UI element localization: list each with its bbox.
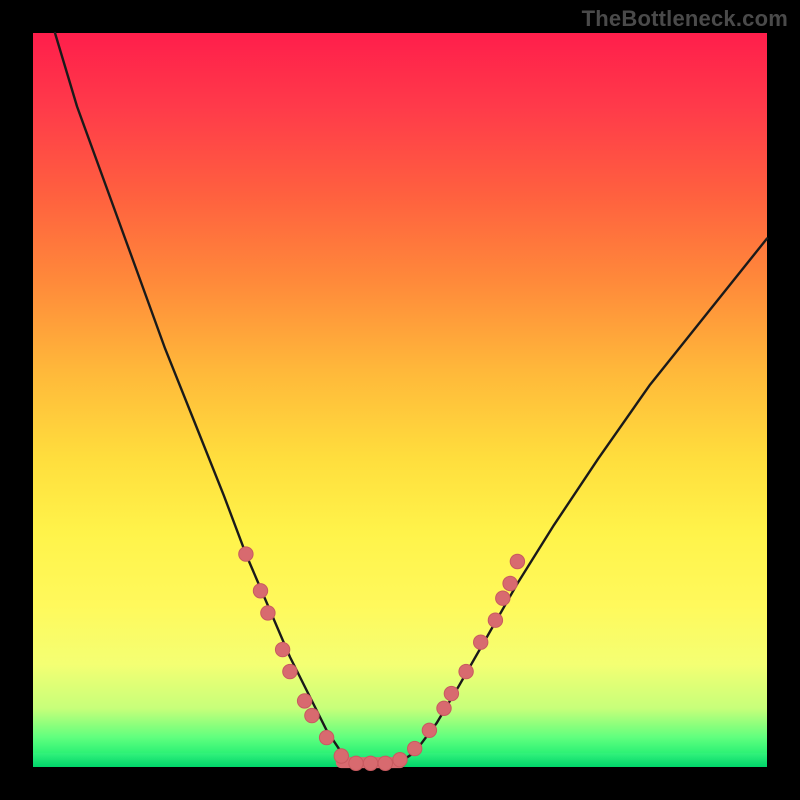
curve-marker [349, 756, 363, 770]
curve-marker [334, 749, 348, 763]
curve-marker [378, 756, 392, 770]
plot-area [33, 33, 767, 767]
curve-marker [239, 547, 253, 561]
curve-marker [510, 554, 524, 568]
curve-marker [319, 730, 333, 744]
curve-marker [488, 613, 502, 627]
curve-marker [422, 723, 436, 737]
curve-marker [444, 686, 458, 700]
curve-marker [305, 708, 319, 722]
chart-frame: TheBottleneck.com [0, 0, 800, 800]
curve-marker [253, 584, 267, 598]
curve-marker [297, 694, 311, 708]
curve-marker [496, 591, 510, 605]
watermark-text: TheBottleneck.com [582, 6, 788, 32]
curve-marker [474, 635, 488, 649]
curve-marker [393, 753, 407, 767]
bottleneck-curve-line [55, 33, 767, 767]
bottleneck-curve-svg [33, 33, 767, 767]
curve-marker [261, 606, 275, 620]
curve-marker [408, 741, 422, 755]
curve-marker [283, 664, 297, 678]
curve-marker [503, 576, 517, 590]
curve-marker [363, 756, 377, 770]
curve-marker [459, 664, 473, 678]
curve-markers [239, 547, 525, 771]
curve-marker [275, 642, 289, 656]
curve-marker [437, 701, 451, 715]
